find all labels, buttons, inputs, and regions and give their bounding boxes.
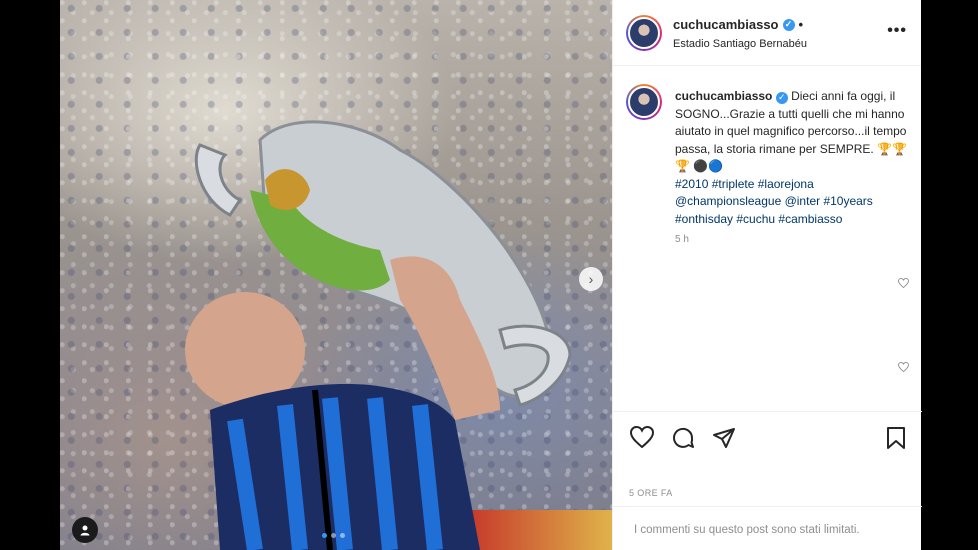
chevron-right-icon: ›	[588, 271, 594, 287]
caption-tags-3[interactable]: #onthisday #cuchu #cambiasso	[675, 212, 842, 226]
post-username[interactable]: cuchucambiasso	[673, 17, 779, 32]
comment-like-icon[interactable]	[898, 361, 909, 375]
more-options-icon[interactable]: •••	[887, 22, 907, 40]
carousel-indicator	[322, 533, 345, 538]
caption-tags-1[interactable]: #2010 #triplete #laorejona	[675, 177, 814, 191]
player-with-trophy-photo	[185, 120, 572, 550]
avatar[interactable]	[626, 15, 662, 51]
caption-time: 5 h	[675, 234, 689, 245]
share-icon[interactable]	[712, 426, 736, 455]
separator-dot: •	[798, 17, 804, 32]
caption-tags-2[interactable]: @championsleague @inter #10years	[675, 194, 873, 208]
verified-badge-icon: ✓	[775, 91, 788, 104]
bookmark-icon[interactable]	[885, 426, 907, 455]
comment-icon[interactable]	[671, 426, 695, 455]
heart-icon[interactable]	[629, 425, 655, 453]
user-tag-icon	[80, 525, 90, 536]
post-timestamp: 5 ORE FA	[629, 488, 673, 498]
verified-badge-icon: ✓	[782, 18, 795, 31]
comment-like-icon[interactable]	[898, 277, 909, 291]
post-username-row: cuchucambiasso ✓ •	[673, 17, 803, 32]
next-image-button[interactable]: ›	[579, 267, 603, 291]
caption-block: cuchucambiasso ✓ Dieci anni fa oggi, il …	[613, 66, 922, 411]
comments-limited-notice: I commenti su questo post sono stati lim…	[613, 506, 922, 550]
post-action-bar	[613, 411, 922, 462]
caption-text: cuchucambiasso ✓ Dieci anni fa oggi, il …	[675, 88, 907, 228]
carousel-dot	[322, 533, 327, 538]
post-header: cuchucambiasso ✓ • Estadio Santiago Bern…	[613, 0, 921, 66]
carousel-dot	[340, 533, 345, 538]
post-location[interactable]: Estadio Santiago Bernabéu	[673, 38, 807, 50]
post-side-panel: cuchucambiasso ✓ • Estadio Santiago Bern…	[612, 0, 922, 550]
caption-username[interactable]: cuchucambiasso	[675, 89, 772, 103]
user-tag-button[interactable]	[72, 517, 98, 543]
caption-avatar[interactable]	[626, 84, 662, 120]
post-media[interactable]: ›	[60, 0, 612, 550]
carousel-dot	[331, 533, 336, 538]
